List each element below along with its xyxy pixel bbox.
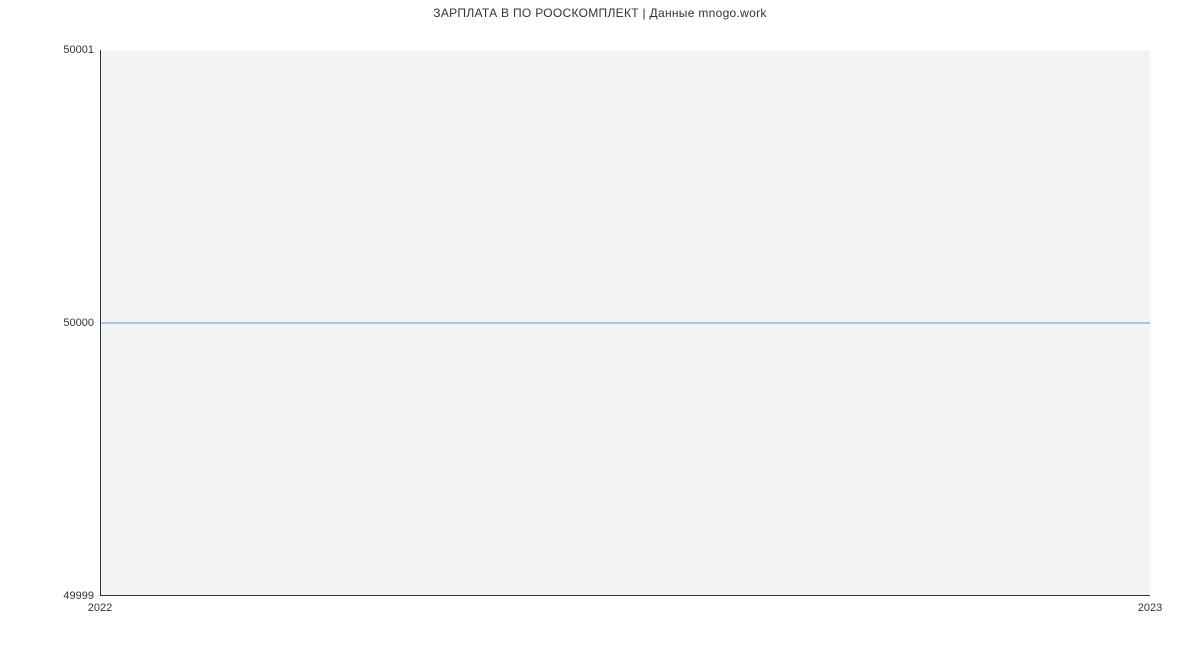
y-tick-label: 49999 (34, 590, 94, 602)
x-tick-label: 2023 (1138, 602, 1162, 614)
y-tick-label: 50001 (34, 44, 94, 56)
plot-area (100, 50, 1150, 596)
chart-title: ЗАРПЛАТА В ПО РООСКОМПЛЕКТ | Данные mnog… (0, 6, 1200, 20)
x-tick-label: 2022 (88, 602, 112, 614)
data-line (101, 322, 1150, 323)
chart-container: ЗАРПЛАТА В ПО РООСКОМПЛЕКТ | Данные mnog… (0, 0, 1200, 650)
y-tick-label: 50000 (34, 317, 94, 329)
